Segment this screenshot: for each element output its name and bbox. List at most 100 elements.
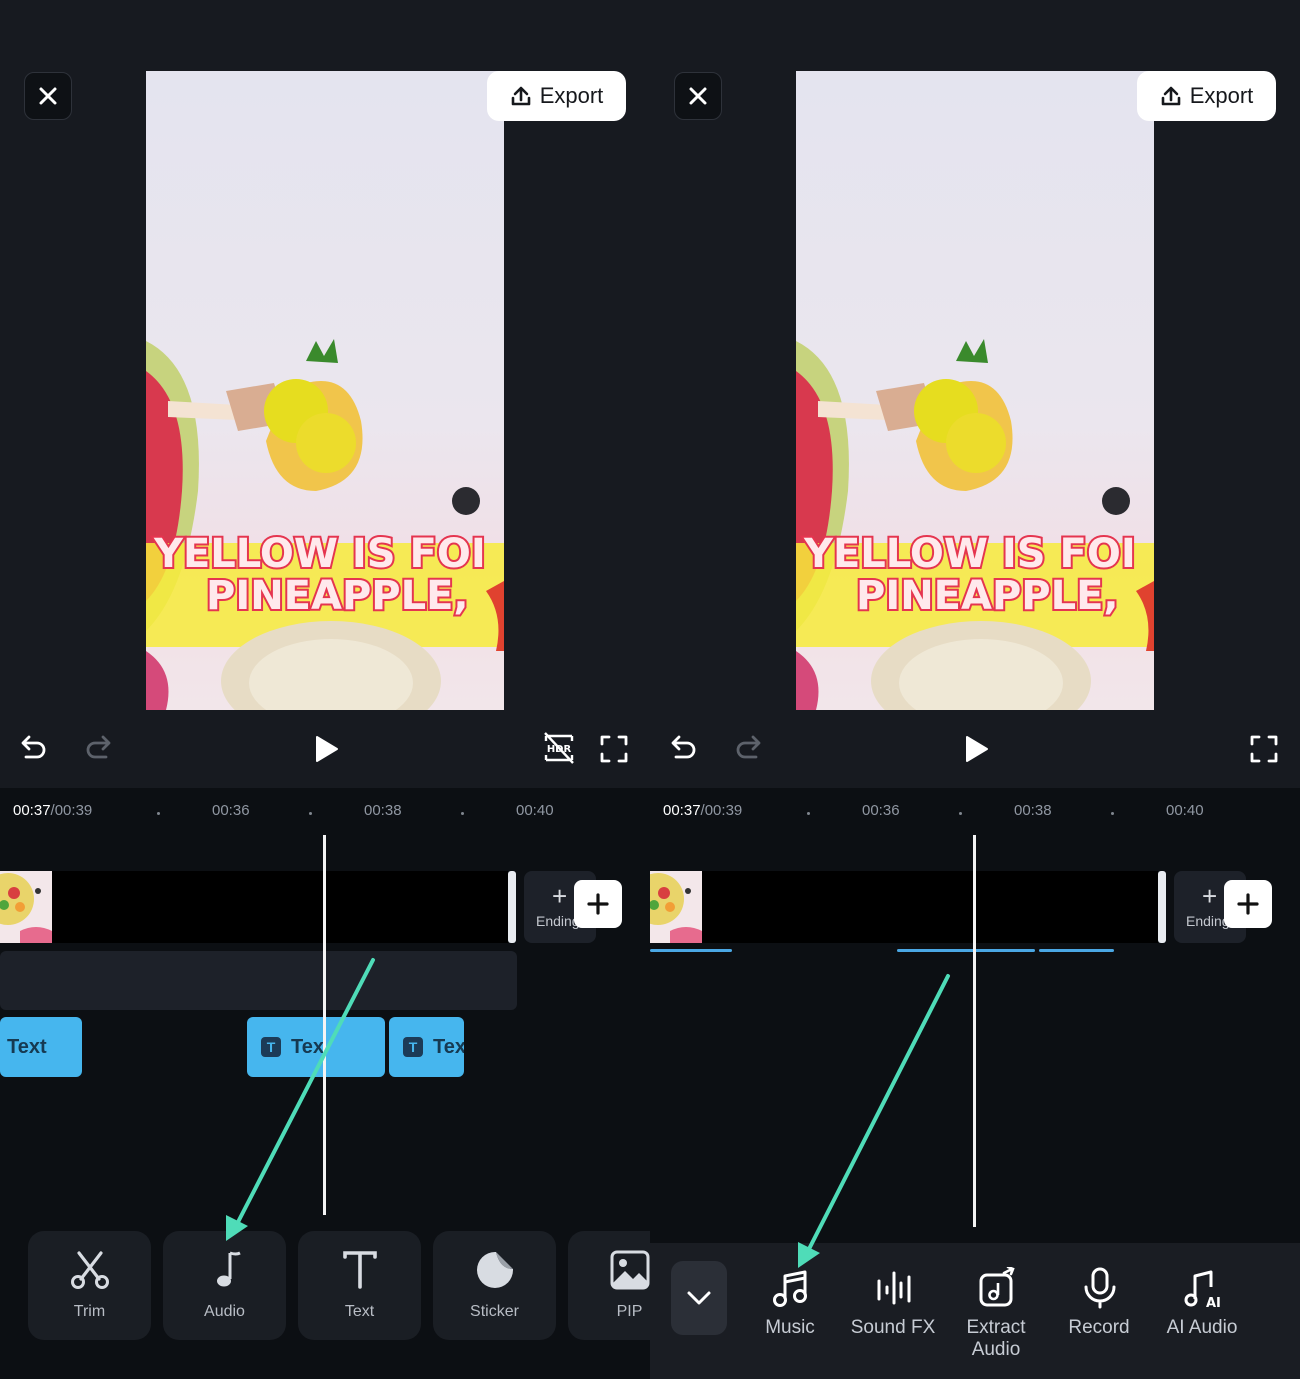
export-button[interactable]: Export	[1137, 71, 1276, 121]
audio-waveform-segment	[897, 949, 1035, 952]
tool-label: PIP	[616, 1303, 643, 1320]
ruler-dot	[959, 812, 962, 815]
clip-trim-handle[interactable]	[508, 871, 516, 943]
text-clip-label: Tex	[291, 1035, 324, 1058]
add-clip-button[interactable]	[574, 880, 622, 928]
ruler-tick: 00:36	[862, 802, 900, 819]
text-badge-icon: T	[261, 1037, 281, 1057]
left-screenshot-panel: YELLOW IS FOI PINEAPPLE, Export HDR 00:3…	[0, 0, 650, 1379]
audio-waveform-segment	[650, 949, 732, 952]
audio-menu-label: Record	[1068, 1317, 1130, 1338]
collapse-button[interactable]	[671, 1261, 727, 1335]
music-icon	[773, 1270, 807, 1307]
audio-menu-extract-audio[interactable]: Extract Audio	[946, 1263, 1046, 1373]
right-screenshot-panel: YELLOW IS FOI PINEAPPLE, Export 00:37/00…	[650, 0, 1300, 1379]
tool-audio[interactable]: Audio	[163, 1231, 286, 1340]
chevron-down-icon	[687, 1291, 711, 1305]
ruler-dot	[1111, 812, 1114, 815]
ruler-tick: 00:40	[1166, 802, 1204, 819]
close-icon	[689, 87, 707, 105]
video-preview[interactable]: YELLOW IS FOI PINEAPPLE,	[146, 71, 504, 710]
close-button[interactable]	[24, 72, 72, 120]
tool-label: Text	[344, 1303, 375, 1320]
ruler-tick: 00:38	[364, 802, 402, 819]
plus-icon: +	[552, 881, 568, 911]
ruler-dot	[461, 812, 464, 815]
tool-pip[interactable]: PIP	[568, 1231, 650, 1340]
close-button[interactable]	[674, 72, 722, 120]
undo-icon[interactable]	[18, 733, 50, 765]
close-icon	[39, 87, 57, 105]
fullscreen-icon[interactable]	[598, 733, 630, 765]
ruler-tick: 00:38	[1014, 802, 1052, 819]
play-icon[interactable]	[960, 733, 992, 765]
tool-text[interactable]: Text	[298, 1231, 421, 1340]
tool-sticker[interactable]: Sticker	[433, 1231, 556, 1340]
scissors-icon	[71, 1251, 109, 1289]
video-clip[interactable]	[52, 871, 508, 943]
video-clip[interactable]	[702, 871, 1158, 943]
audio-menu-label: Music	[765, 1317, 815, 1338]
add-clip-button[interactable]	[1224, 880, 1272, 928]
text-clip-label: Text	[7, 1035, 47, 1058]
playhead[interactable]	[973, 835, 976, 1227]
extract-audio-icon	[979, 1267, 1015, 1307]
tool-label: Audio	[204, 1303, 245, 1320]
caption-line-2: PINEAPPLE,	[206, 573, 469, 619]
sticker-icon	[477, 1252, 513, 1288]
text-clip[interactable]: Text	[0, 1017, 82, 1077]
video-clip-thumbnail[interactable]	[650, 871, 702, 943]
redo-icon[interactable]	[732, 733, 764, 765]
redo-icon[interactable]	[82, 733, 114, 765]
ruler-dot	[807, 812, 810, 815]
text-icon	[343, 1251, 377, 1289]
tool-trim[interactable]: Trim	[28, 1231, 151, 1340]
timeline-ruler: 00:37/00:39 00:36 00:38 00:40	[650, 802, 1300, 824]
ruler-dot	[309, 812, 312, 815]
upload-icon	[511, 86, 531, 106]
video-preview[interactable]: YELLOW IS FOI PINEAPPLE,	[796, 71, 1154, 710]
audio-menu-record[interactable]: Record	[1049, 1263, 1149, 1373]
text-clip-label: Tex	[433, 1035, 464, 1058]
ruler-tick: 00:36	[212, 802, 250, 819]
playhead[interactable]	[323, 835, 326, 1215]
export-button[interactable]: Export	[487, 71, 626, 121]
tool-label: Sticker	[470, 1303, 519, 1320]
caption-line-1: YELLOW IS FOI	[803, 531, 1136, 577]
text-clip[interactable]: T Tex	[389, 1017, 464, 1077]
ai-audio-icon: AI	[1184, 1270, 1221, 1309]
audio-menu: Music Sound FX Extract Audio Record AI A…	[650, 1243, 1300, 1379]
fullscreen-icon[interactable]	[1248, 733, 1280, 765]
timeline-ruler: 00:37/00:39 00:36 00:38 00:40	[0, 802, 650, 824]
soundwave-icon	[877, 1271, 911, 1305]
export-label: Export	[1189, 83, 1254, 108]
export-label: Export	[539, 83, 604, 108]
current-time: 00:37/00:39	[13, 802, 93, 819]
text-clip[interactable]: T Tex	[247, 1017, 385, 1077]
audio-menu-ai-audio[interactable]: AI AI Audio	[1152, 1263, 1252, 1373]
caption-line-1: YELLOW IS FOI	[153, 531, 486, 577]
svg-text:AI: AI	[1206, 1296, 1221, 1309]
play-icon[interactable]	[310, 733, 342, 765]
current-time: 00:37/00:39	[663, 802, 743, 819]
plus-icon	[1237, 893, 1259, 915]
microphone-icon	[1084, 1267, 1116, 1309]
undo-icon[interactable]	[668, 733, 700, 765]
audio-menu-label: Sound FX	[850, 1317, 936, 1338]
clip-trim-handle[interactable]	[1158, 871, 1166, 943]
upload-icon	[1161, 86, 1181, 106]
audio-menu-label: Extract Audio	[966, 1317, 1026, 1360]
caption-line-2: PINEAPPLE,	[856, 573, 1119, 619]
video-clip-thumbnail[interactable]	[0, 871, 52, 943]
plus-icon	[587, 893, 609, 915]
hdr-off-icon[interactable]: HDR	[543, 731, 575, 765]
music-note-icon	[217, 1251, 241, 1287]
audio-menu-music[interactable]: Music	[740, 1263, 840, 1373]
audio-waveform-segment	[1039, 949, 1114, 952]
audio-menu-label: AI Audio	[1166, 1317, 1238, 1338]
image-icon	[610, 1250, 650, 1290]
tool-label: Trim	[73, 1303, 106, 1320]
ruler-dot	[157, 812, 160, 815]
audio-track[interactable]	[0, 951, 517, 1010]
audio-menu-sound-fx[interactable]: Sound FX	[843, 1263, 943, 1373]
